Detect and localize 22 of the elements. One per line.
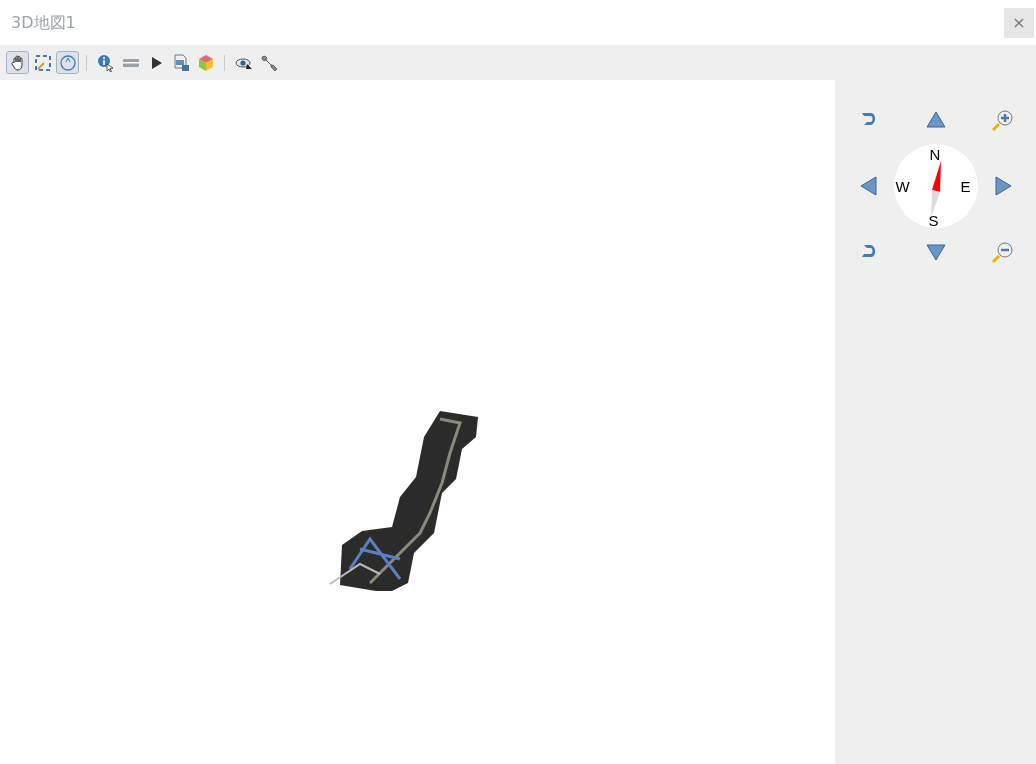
compass-label: E: [960, 179, 971, 194]
compass-label: W: [895, 179, 910, 194]
nav-button[interactable]: [992, 176, 1013, 196]
nav-button[interactable]: [925, 110, 946, 130]
up-arrow-icon: [925, 110, 946, 130]
window-title: 3D地図1: [11, 11, 76, 34]
toolbar-button[interactable]: [6, 51, 29, 74]
nav-button[interactable]: [925, 242, 946, 262]
right-arrow-icon: [992, 176, 1013, 196]
identify-icon: [96, 53, 115, 72]
nav-button[interactable]: [858, 176, 879, 196]
down-arrow-icon: [925, 242, 946, 262]
left-arrow-icon: [858, 176, 879, 196]
compass-label: N: [929, 147, 941, 162]
zoom-in-icon: [990, 108, 1015, 132]
compass-dial[interactable]: N W E S: [893, 144, 978, 228]
compass-label: S: [928, 213, 939, 228]
nav-button[interactable]: [990, 108, 1015, 132]
save-image-icon: [171, 53, 190, 72]
cube-icon: [196, 53, 215, 72]
zoom-out-icon: [990, 240, 1015, 264]
nav-button[interactable]: [990, 240, 1015, 264]
